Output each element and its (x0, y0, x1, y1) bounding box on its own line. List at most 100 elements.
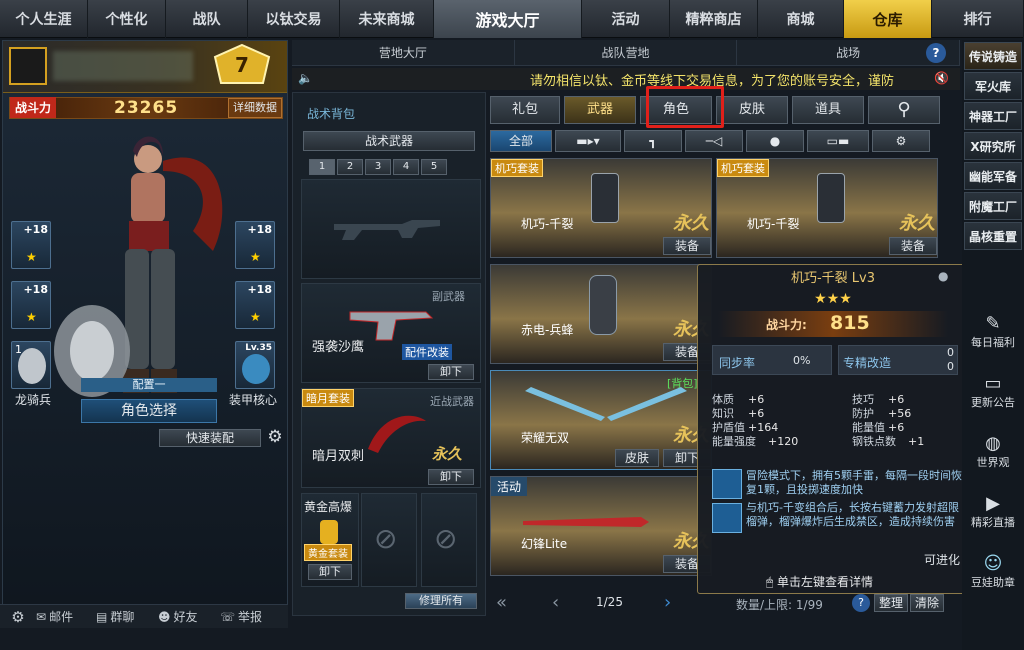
tactical-weapons-tab[interactable]: 战术武器 (303, 131, 475, 151)
tab-weapon[interactable]: 武器 (564, 96, 636, 124)
tab-crystal-reset[interactable]: 晶核重置 (964, 222, 1022, 250)
item-card[interactable]: [背包] 荣耀无双 永久 皮肤 卸下 (490, 370, 712, 470)
tab-armory[interactable]: 军火库 (964, 72, 1022, 100)
nav-personalize[interactable]: 个性化 (88, 0, 166, 38)
filter-settings-icon[interactable]: ⚙ (872, 130, 930, 152)
filter-heavy-icon[interactable]: ▭▬ (807, 130, 869, 152)
nav-ranking[interactable]: 排行 (932, 0, 1024, 38)
equip-slot-left-2[interactable]: +18 ★ (11, 281, 51, 329)
tab-gift[interactable]: 礼包 (490, 96, 560, 124)
live-stream-button[interactable]: ▶ 精彩直播 (962, 474, 1024, 534)
secondary-weapon-slot[interactable]: 副武器 强袭沙鹰 配件改装 卸下 (301, 283, 481, 383)
equip-slot-right-2[interactable]: +18 ★ (235, 281, 275, 329)
tab-legend-forge[interactable]: 传说铸造 (964, 42, 1022, 70)
tab-psionic-armory[interactable]: 幽能军备 (964, 162, 1022, 190)
tab-items[interactable]: 道具 (792, 96, 864, 124)
sort-button[interactable]: 整理 (874, 594, 908, 612)
settings-icon[interactable]: ⚙ (0, 608, 36, 626)
update-notice-button[interactable]: ▭ 更新公告 (962, 354, 1024, 414)
primary-weapon-slot[interactable] (301, 179, 481, 279)
equip-slot-pet[interactable]: 1 (11, 341, 51, 389)
settings-gear-icon[interactable]: ⚙ (265, 427, 285, 447)
nav-shop[interactable]: 商城 (758, 0, 844, 38)
nav-events[interactable]: 活动 (582, 0, 670, 38)
filter-rifle-icon[interactable]: ▬▸▾ (555, 130, 621, 152)
skin-button[interactable]: 皮肤 (615, 449, 659, 467)
prev-page-icon[interactable]: ‹ (552, 592, 559, 613)
nav-game-lobby[interactable]: 游戏大厅 (434, 0, 582, 38)
filter-pistol-icon[interactable]: ┓ (624, 130, 682, 152)
equip-slot-left-1[interactable]: +18 ★ (11, 221, 51, 269)
tab-camp-hall[interactable]: 营地大厅 (292, 40, 515, 65)
equip-slot-right-1[interactable]: +18 ★ (235, 221, 275, 269)
quick-equip-button[interactable]: 快速装配 (159, 429, 261, 447)
unequip-melee-button[interactable]: 卸下 (428, 469, 474, 485)
worldview-button[interactable]: ◍ 世界观 (962, 414, 1024, 474)
friends-icon: ☻ (158, 609, 171, 624)
help-icon[interactable]: ? (926, 43, 946, 63)
melee-weapon-slot[interactable]: 暗月套装 近战武器 暗月双刺 永久 卸下 (301, 388, 481, 488)
item-card[interactable]: 活动 幻锋Lite 永久 装备 (490, 476, 712, 576)
item-card[interactable]: 机巧套装 机巧-千裂 永久 装备 (490, 158, 712, 258)
item-card[interactable]: 机巧套装 机巧-千裂 永久 装备 (716, 158, 938, 258)
repair-all-button[interactable]: 修理所有 (405, 593, 477, 609)
item-name: 机巧-千裂 (747, 217, 800, 231)
tab-artifact-factory[interactable]: 神器工厂 (964, 102, 1022, 130)
empty-slot-2[interactable]: ⊘ (421, 493, 477, 587)
search-icon[interactable]: ⚲ (868, 96, 940, 124)
grenade-slot[interactable]: 黄金高爆 黄金套装 卸下 (301, 493, 359, 587)
item-perm: 永久 (899, 213, 935, 234)
config-label: 配置一 (81, 378, 217, 392)
nav-career[interactable]: 个人生涯 (0, 0, 88, 38)
next-page-icon[interactable]: › (664, 592, 671, 613)
mute-icon[interactable]: 🔇 (934, 71, 949, 85)
power-value: 23265 (114, 98, 179, 118)
tab-enchant-factory[interactable]: 附魔工厂 (964, 192, 1022, 220)
mastery-mod-box[interactable]: 专精改造 0 0 (838, 345, 958, 375)
character-select-button[interactable]: 角色选择 (81, 399, 217, 423)
page-1[interactable]: 1 (309, 159, 335, 175)
page-2[interactable]: 2 (337, 159, 363, 175)
daily-benefits-button[interactable]: ✎ 每日福利 (962, 294, 1024, 354)
star-icon: ★ (26, 250, 37, 264)
page-4[interactable]: 4 (393, 159, 419, 175)
top-navigation: 个人生涯 个性化 战队 以钛交易 未来商城 游戏大厅 活动 精粹商店 商城 仓库… (0, 0, 1024, 38)
unequip-secondary-button[interactable]: 卸下 (428, 364, 474, 380)
tab-skin[interactable]: 皮肤 (716, 96, 788, 124)
filter-all[interactable]: 全部 (490, 130, 552, 152)
nav-trade[interactable]: 以钛交易 (248, 0, 340, 38)
player-banner: 7 (3, 41, 287, 93)
item-badge: 机巧套装 (491, 159, 543, 177)
friends-button[interactable]: ☻ 好友 (158, 608, 220, 625)
equip-slot-armor-core[interactable]: Lv.35 (235, 341, 275, 389)
report-button[interactable]: ☏ 举报 (220, 608, 280, 625)
detail-data-button[interactable]: 详细数据 (228, 98, 282, 118)
equip-button[interactable]: 装备 (663, 237, 711, 255)
empty-slot-1[interactable]: ⊘ (361, 493, 417, 587)
assistant-button[interactable]: ☺ 豆娃助章 (962, 534, 1024, 594)
tab-x-lab[interactable]: X研究所 (964, 132, 1022, 160)
nav-future-mall[interactable]: 未来商城 (340, 0, 434, 38)
player-avatar[interactable] (9, 47, 47, 85)
clear-button[interactable]: 清除 (910, 594, 944, 612)
item-card[interactable]: 赤电-兵蜂 永久 装备 (490, 264, 712, 364)
phone-icon: ☏ (220, 609, 236, 624)
nav-essence-shop[interactable]: 精粹商店 (670, 0, 758, 38)
equip-button[interactable]: 装备 (889, 237, 937, 255)
mail-button[interactable]: ✉ 邮件 (36, 608, 96, 625)
character-panel: 7 战斗力 23265 详细数据 +18 ★ +18 ★ 1 龙骑兵 +18 ★… (2, 40, 288, 626)
speaker-icon[interactable]: 🔈 (298, 71, 313, 85)
tab-team-camp[interactable]: 战队营地 (515, 40, 738, 65)
nav-team[interactable]: 战队 (166, 0, 248, 38)
unequip-grenade-button[interactable]: 卸下 (308, 564, 352, 580)
nav-warehouse[interactable]: 仓库 (844, 0, 932, 38)
first-page-icon[interactable]: « (496, 592, 507, 613)
filter-grenade-icon[interactable]: ● (746, 130, 804, 152)
filter-knife-icon[interactable]: ─◁ (685, 130, 743, 152)
help-icon[interactable]: ? (852, 594, 870, 612)
sync-rate-box[interactable]: 同步率 0% (712, 345, 832, 375)
page-3[interactable]: 3 (365, 159, 391, 175)
mod-parts-button[interactable]: 配件改装 (402, 344, 452, 360)
group-chat-button[interactable]: ▤ 群聊 (96, 608, 158, 625)
page-5[interactable]: 5 (421, 159, 447, 175)
